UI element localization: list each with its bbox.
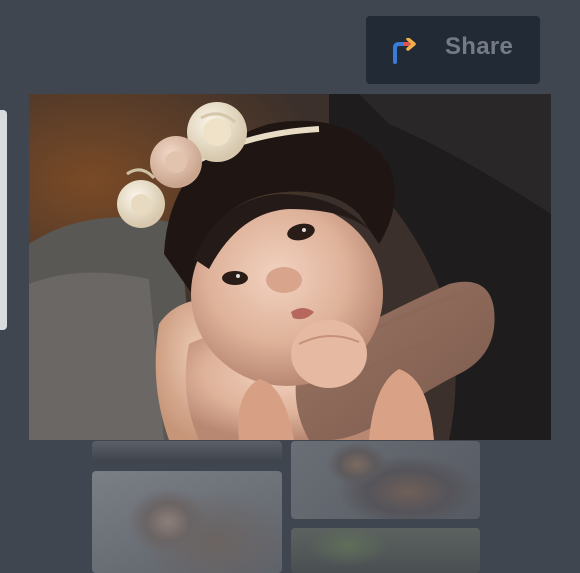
gallery-thumbnail[interactable]	[291, 528, 480, 573]
scrollbar[interactable]	[0, 110, 7, 330]
photo-viewer-screen: Share	[0, 0, 580, 573]
share-arrow-icon	[393, 38, 416, 64]
gallery-thumbnail[interactable]	[291, 441, 480, 519]
share-label: Share	[445, 33, 514, 60]
gallery-thumbnail[interactable]	[92, 471, 282, 573]
gallery-thumbnail[interactable]	[92, 441, 282, 463]
baby-portrait-photo	[29, 94, 551, 440]
